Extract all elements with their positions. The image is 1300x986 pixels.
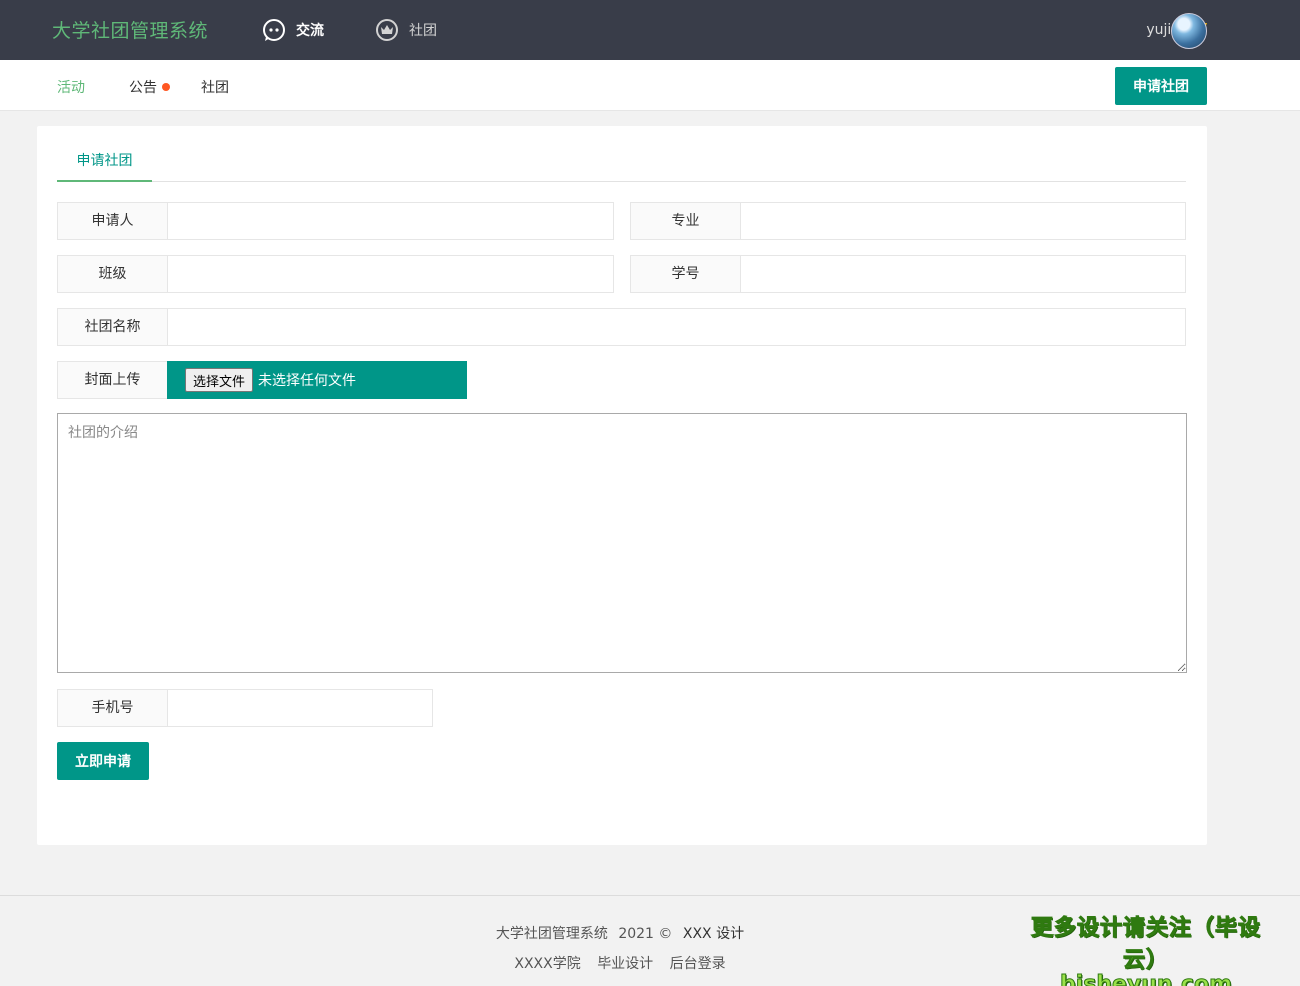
cover-upload-label: 封面上传 <box>57 361 167 399</box>
tab-bar: 申请社团 <box>57 140 1186 182</box>
phone-label: 手机号 <box>57 689 167 727</box>
phone-field: 手机号 <box>57 689 433 727</box>
avatar[interactable] <box>1171 13 1207 49</box>
subnav-notice-label: 公告 <box>129 80 157 96</box>
student-id-label: 学号 <box>630 255 740 293</box>
watermark: 更多设计请关注（毕设云） bisheyun.com <box>1016 910 1276 986</box>
club-name-input[interactable] <box>167 308 1186 346</box>
class-label: 班级 <box>57 255 167 293</box>
apply-form-card: 申请社团 申请人 专业 班级 学号 社团名称 封面上传 选择文件 未选择任何文件… <box>37 126 1207 845</box>
applicant-label: 申请人 <box>57 202 167 240</box>
major-input[interactable] <box>740 202 1186 240</box>
footer-design: XXX 设计 <box>682 926 745 942</box>
major-field: 专业 <box>630 202 1186 240</box>
tab-apply-club[interactable]: 申请社团 <box>57 140 152 182</box>
watermark-line2: bisheyun.com <box>1059 972 1233 986</box>
no-file-text: 未选择任何文件 <box>258 373 357 389</box>
site-logo[interactable]: 大学社团管理系统 <box>52 16 208 43</box>
crown-icon <box>376 19 398 41</box>
submit-button[interactable]: 立即申请 <box>57 742 149 780</box>
subnav-club[interactable]: 社团 <box>201 77 229 97</box>
top-header: 大学社团管理系统 交流 社团 yujing V <box>0 0 1300 60</box>
nav-club[interactable]: 社团 <box>375 14 437 46</box>
nav-exchange-label: 交流 <box>296 23 324 39</box>
applicant-input[interactable] <box>167 202 614 240</box>
footer-year: 2021 © <box>618 926 673 942</box>
file-upload[interactable]: 选择文件 未选择任何文件 <box>167 361 467 399</box>
applicant-field: 申请人 <box>57 202 614 240</box>
class-input[interactable] <box>167 255 614 293</box>
class-field: 班级 <box>57 255 614 293</box>
notification-dot <box>162 83 170 91</box>
phone-input[interactable] <box>167 689 433 727</box>
footer-link-graduation[interactable]: 毕业设计 <box>597 956 653 972</box>
subnav-notice[interactable]: 公告 <box>129 77 170 97</box>
subnav-activity[interactable]: 活动 <box>57 77 85 97</box>
club-name-label: 社团名称 <box>57 308 167 346</box>
footer-link-admin-login[interactable]: 后台登录 <box>670 956 726 972</box>
major-label: 专业 <box>630 202 740 240</box>
nav-exchange[interactable]: 交流 <box>262 14 324 46</box>
sub-nav: 活动 公告 社团 申请社团 <box>0 60 1300 111</box>
footer-link-college[interactable]: XXXX学院 <box>514 956 580 972</box>
nav-club-label: 社团 <box>409 23 437 39</box>
club-intro-textarea[interactable] <box>57 413 1187 673</box>
student-id-input[interactable] <box>740 255 1186 293</box>
watermark-line1: 更多设计请关注（毕设云） <box>1030 916 1261 974</box>
cover-upload-field: 封面上传 选择文件 未选择任何文件 <box>57 361 467 399</box>
footer-system-name: 大学社团管理系统 <box>495 926 608 942</box>
student-id-field: 学号 <box>630 255 1186 293</box>
chat-icon <box>263 19 285 41</box>
apply-club-button[interactable]: 申请社团 <box>1115 67 1207 105</box>
club-name-field: 社团名称 <box>57 308 1186 346</box>
choose-file-button[interactable]: 选择文件 <box>185 368 254 392</box>
